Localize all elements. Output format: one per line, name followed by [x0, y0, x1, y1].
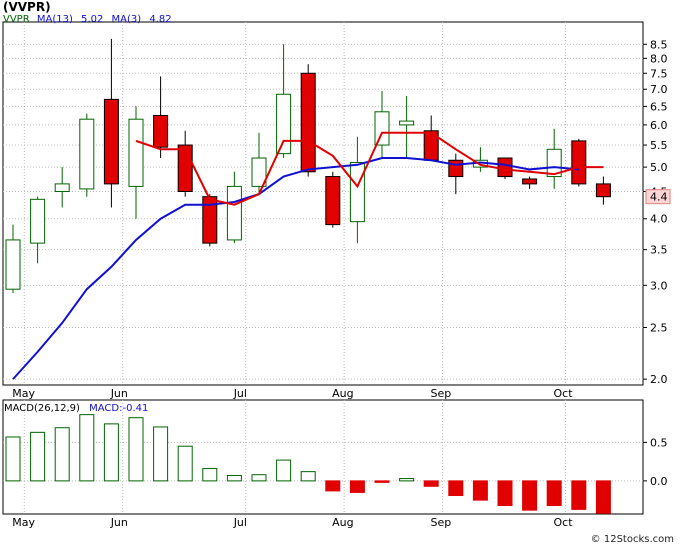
macd-bar [423, 480, 439, 487]
candle-body [448, 159, 464, 178]
legend-ma3-value: 4.82 [149, 14, 172, 25]
price-tick-label: 3.0 [650, 279, 668, 292]
price-x-label: May [12, 387, 35, 400]
candle-body [128, 118, 144, 187]
price-tick-label: 2.0 [650, 373, 668, 386]
candle-body [595, 183, 611, 198]
macd-bar [54, 427, 70, 482]
macd-bar [79, 414, 95, 482]
price-tick-label: 2.5 [650, 322, 668, 335]
macd-x-label: May [12, 516, 35, 529]
macd-x-label: Jul [233, 516, 247, 529]
macd-label: MACD(26,12,9) [4, 403, 80, 414]
candle-body [522, 178, 538, 185]
macd-bar [349, 480, 365, 493]
last-price-label: 4.4 [650, 191, 668, 204]
candle-body [497, 157, 513, 178]
macd-bar [202, 468, 218, 482]
candle-body [79, 118, 95, 190]
candle-body [374, 111, 390, 146]
price-tick-label: 4.0 [650, 213, 668, 226]
macd-bar [226, 474, 242, 482]
candle-body [399, 120, 415, 126]
macd-bar [571, 480, 587, 510]
credit-text: © 12Stocks.com [590, 534, 674, 545]
legend-ma3-label: MA(3) [111, 14, 142, 25]
macd-bar [399, 478, 415, 482]
macd-bar [374, 480, 390, 483]
candle-body [226, 185, 242, 241]
chart-title: (VVPR) [3, 0, 51, 14]
legend-ma13-value: 5.02 [81, 14, 104, 25]
macd-bar [595, 480, 611, 514]
macd-bar [448, 480, 464, 497]
legend-symbol: VVPR [3, 14, 30, 25]
macd-bar [472, 480, 488, 501]
macd-tick-label: 0.5 [650, 436, 668, 449]
macd-bar [128, 417, 144, 482]
candle-body [54, 183, 70, 192]
stock-chart: 2.02.53.03.54.04.55.05.56.06.57.07.58.08… [0, 0, 680, 546]
candle-body [5, 239, 21, 290]
candle-body [276, 93, 292, 155]
macd-x-label: Sep [431, 516, 452, 529]
candle-body [153, 114, 169, 148]
candle-body [571, 140, 587, 185]
price-x-label: Jul [233, 387, 247, 400]
macd-value: MACD:-0.41 [89, 403, 149, 414]
price-tick-label: 5.5 [650, 139, 668, 152]
price-tick-label: 7.0 [650, 83, 668, 96]
price-tick-label: 6.5 [650, 100, 668, 113]
macd-bar [153, 426, 169, 482]
macd-bar [522, 480, 538, 511]
price-tick-label: 3.5 [650, 244, 668, 257]
macd-bar [5, 436, 21, 482]
price-legend: VVPR MA(13) 5.02 MA(3) 4.82 [3, 14, 172, 25]
macd-bar [325, 480, 341, 492]
price-tick-label: 7.5 [650, 67, 668, 80]
candle-body [177, 144, 193, 192]
macd-bar [546, 480, 562, 507]
macd-x-label: Aug [332, 516, 353, 529]
price-tick-label: 5.0 [650, 161, 668, 174]
macd-x-label: Jun [110, 516, 128, 529]
macd-x-label: Oct [554, 516, 574, 529]
legend-ma13-label: MA(13) [36, 14, 73, 25]
price-x-label: Sep [431, 387, 452, 400]
candle-body [349, 162, 365, 223]
macd-bar [177, 445, 193, 482]
candle-body [30, 198, 46, 244]
macd-bar [30, 431, 46, 482]
price-x-label: Aug [332, 387, 353, 400]
candle-body [325, 176, 341, 226]
price-tick-label: 8.5 [650, 38, 668, 51]
price-tick-label: 6.0 [650, 119, 668, 132]
candle-body [300, 72, 316, 173]
candle-body [103, 98, 119, 185]
macd-bar [251, 474, 267, 482]
price-panel-frame [2, 21, 644, 386]
price-x-label: Jun [110, 387, 128, 400]
price-tick-label: 8.0 [650, 52, 668, 65]
macd-bar [497, 480, 513, 507]
price-x-label: Oct [554, 387, 574, 400]
macd-bar [300, 471, 316, 482]
macd-legend: MACD(26,12,9) MACD:-0.41 [4, 403, 148, 414]
chart-canvas: 2.02.53.03.54.04.55.05.56.06.57.07.58.08… [2, 21, 671, 529]
macd-bar [276, 459, 292, 482]
ma13-line [12, 157, 579, 380]
macd-tick-label: 0.0 [650, 475, 668, 488]
macd-bar [103, 423, 119, 482]
